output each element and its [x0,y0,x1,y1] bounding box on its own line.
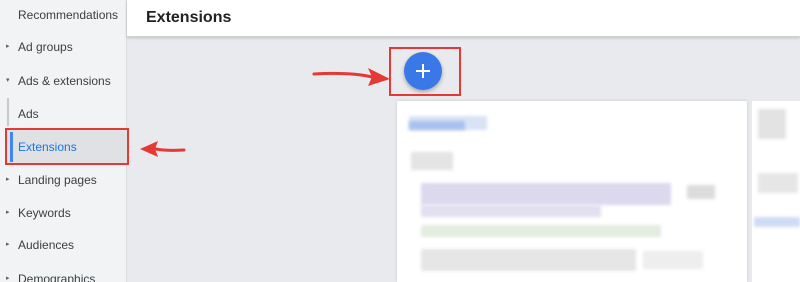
blurred-text [421,249,636,271]
blurred-text [421,205,601,217]
sidebar-item-label: Ads & extensions [18,74,111,88]
page-header: Extensions [127,0,800,37]
blurred-text [643,251,703,269]
highlight-box-add-button [389,47,461,96]
annotation-arrow-left-icon [140,141,186,157]
highlight-box-extensions [5,128,129,165]
caret-down-icon: ▾ [6,77,10,84]
caret-right-icon: ▸ [6,241,10,248]
blurred-text [687,185,715,199]
sidebar-item-label: Ads [18,107,39,121]
sidebar-item-label: Recommendations [18,8,119,22]
sidebar-item-label: Keywords [18,206,71,220]
sidebar-item-ad-groups[interactable]: ▸ Ad groups [0,36,127,58]
sidebar-item-label: Demographics [18,272,96,282]
extensions-table-column [752,101,800,282]
sidebar-item-label: Landing pages [18,173,97,187]
sidebar-item-audiences[interactable]: ▸ Audiences [0,234,127,256]
sidebar-item-keywords[interactable]: ▸ Keywords [0,202,127,224]
blurred-text [411,152,453,170]
sidebar-item-label: Ad groups [18,40,73,54]
blurred-text [421,183,671,205]
caret-right-icon: ▸ [6,209,10,216]
extensions-table [397,101,747,282]
blurred-link [754,217,800,227]
caret-right-icon: ▸ [6,275,10,282]
blurred-text [758,109,786,139]
caret-right-icon: ▸ [6,176,10,183]
sidebar-item-ads-extensions[interactable]: ▾ Ads & extensions [0,70,127,92]
sidebar-item-landing-pages[interactable]: ▸ Landing pages [0,169,127,191]
annotation-arrow-right-icon [312,68,390,86]
sidebar-item-demographics[interactable]: ▸ Demographics [0,268,127,282]
blurred-text [421,225,661,237]
sidebar-item-ads[interactable]: Ads [0,103,127,125]
blurred-text [758,173,798,193]
blurred-link [409,121,465,130]
caret-right-icon: ▸ [6,43,10,50]
page-title: Extensions [146,9,232,26]
sidebar-item-recommendations[interactable]: Recommendations [0,4,127,26]
sidebar-item-label: Audiences [18,238,75,252]
